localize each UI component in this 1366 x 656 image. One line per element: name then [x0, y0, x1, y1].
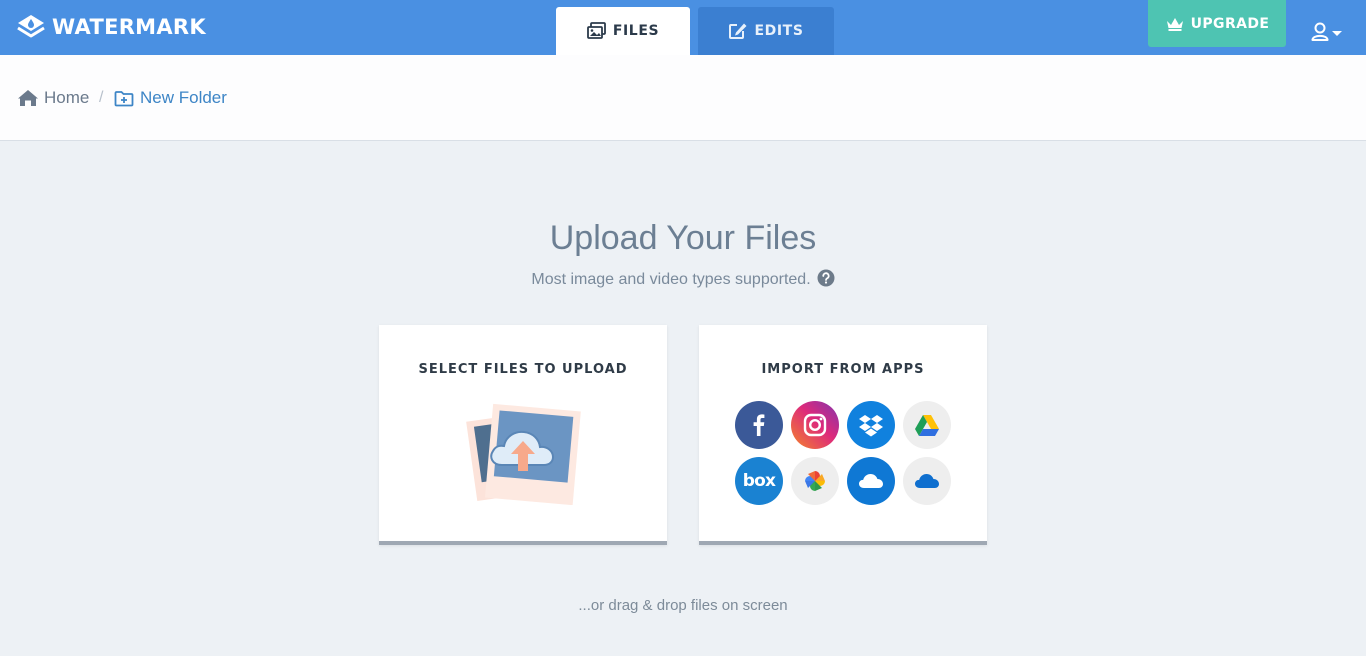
dropbox-icon: [859, 415, 883, 437]
breadcrumb-home-label: Home: [44, 88, 90, 107]
onedrive-icon: [859, 474, 883, 488]
box-button[interactable]: box: [735, 457, 783, 505]
page-title: Upload Your Files: [549, 219, 817, 257]
google-photos-button[interactable]: [791, 457, 839, 505]
drag-drop-hint: ...or drag & drop files on screen: [578, 597, 788, 614]
crown-icon: [1166, 17, 1183, 31]
onedrive-business-button[interactable]: [903, 457, 951, 505]
upgrade-button[interactable]: UPGRADE: [1148, 0, 1286, 47]
user-icon: [1311, 22, 1342, 41]
tab-edits[interactable]: EDITS: [698, 7, 834, 55]
top-bar: WATERMARK FILES EDITS UPGRADE: [0, 0, 1366, 55]
google-photos-icon: [805, 471, 825, 491]
instagram-button[interactable]: [791, 401, 839, 449]
import-apps-card: IMPORT FROM APPS box: [699, 325, 987, 545]
tab-edits-label: EDITS: [754, 23, 804, 39]
upgrade-label: UPGRADE: [1190, 15, 1270, 32]
page-subtitle: Most image and video types supported.: [0, 269, 1366, 289]
box-icon: box: [742, 471, 776, 491]
onedrive-button[interactable]: [847, 457, 895, 505]
folder-plus-icon: [114, 90, 134, 106]
google-drive-icon: [915, 415, 939, 436]
subtitle-text: Most image and video types supported.: [531, 271, 811, 288]
facebook-icon: [753, 414, 765, 436]
tab-files-label: FILES: [612, 23, 660, 39]
select-files-card[interactable]: SELECT FILES TO UPLOAD: [379, 325, 667, 545]
breadcrumb-folder-label: New Folder: [140, 88, 227, 107]
breadcrumb-separator: /: [99, 89, 104, 106]
breadcrumb-home[interactable]: Home: [17, 88, 89, 108]
dropbox-button[interactable]: [847, 401, 895, 449]
watermark-logo-icon: [17, 15, 45, 38]
brand-name: WATERMARK: [52, 15, 206, 39]
tab-files[interactable]: FILES: [556, 7, 690, 55]
help-icon[interactable]: [817, 269, 835, 287]
cloud-upload-illustration-icon: [466, 403, 581, 505]
images-icon: [586, 22, 606, 39]
home-icon: [18, 90, 38, 106]
select-files-title: SELECT FILES TO UPLOAD: [418, 362, 628, 377]
user-menu[interactable]: [1310, 20, 1346, 44]
instagram-icon: [803, 413, 827, 437]
edit-icon: [729, 23, 747, 39]
onedrive-business-icon: [915, 474, 939, 488]
breadcrumb: Home / New Folder: [0, 55, 1366, 141]
brand-logo[interactable]: WATERMARK: [16, 13, 206, 41]
google-drive-button[interactable]: [903, 401, 951, 449]
breadcrumb-folder[interactable]: New Folder: [114, 88, 227, 108]
facebook-button[interactable]: [735, 401, 783, 449]
import-apps-title: IMPORT FROM APPS: [761, 362, 925, 377]
